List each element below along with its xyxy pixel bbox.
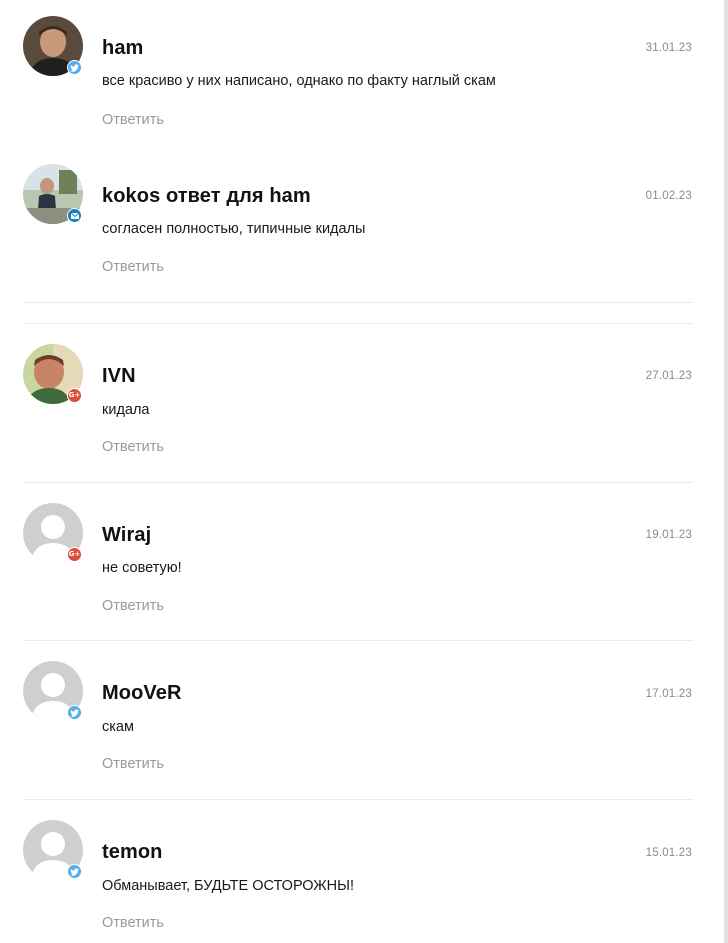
comment-date: 19.01.23: [645, 529, 692, 541]
comment-author: ham: [102, 37, 144, 59]
comment-text: скам: [102, 719, 134, 735]
comment-date: 27.01.23: [645, 370, 692, 382]
google-plus-icon: G+: [67, 547, 82, 562]
twitter-icon: [67, 60, 82, 75]
comment-text: все красиво у них написано, однако по фа…: [102, 73, 496, 89]
comment-author: kokos ответ для ham: [102, 185, 311, 207]
divider: [23, 799, 693, 800]
reply-button[interactable]: Ответить: [102, 259, 164, 275]
comment-date: 17.01.23: [645, 688, 692, 700]
twitter-icon: [67, 705, 82, 720]
comment-author: MooVeR: [102, 682, 182, 704]
mail-icon: [67, 208, 82, 223]
comment-date: 15.01.23: [645, 847, 692, 859]
reply-button[interactable]: Ответить: [102, 915, 164, 931]
divider: [23, 482, 693, 483]
comment-date: 01.02.23: [645, 190, 692, 202]
comment-author: temon: [102, 841, 163, 863]
comment-text: кидала: [102, 402, 150, 418]
comment-text: согласен полностью, типичные кидалы: [102, 221, 366, 237]
reply-button[interactable]: Ответить: [102, 112, 164, 128]
reply-button[interactable]: Ответить: [102, 598, 164, 614]
google-plus-icon: G+: [67, 388, 82, 403]
divider: [23, 302, 693, 303]
divider: [23, 323, 693, 324]
divider: [23, 640, 693, 641]
comment-text: не советую!: [102, 560, 182, 576]
comment-author: IVN: [102, 365, 136, 387]
twitter-icon: [67, 864, 82, 879]
comment-date: 31.01.23: [645, 42, 692, 54]
comment-text: Обманывает, БУДЬТЕ ОСТОРОЖНЫ!: [102, 878, 354, 894]
comment-author: Wiraj: [102, 524, 152, 546]
scrollbar-track[interactable]: [724, 0, 728, 943]
reply-button[interactable]: Ответить: [102, 439, 164, 455]
reply-button[interactable]: Ответить: [102, 756, 164, 772]
